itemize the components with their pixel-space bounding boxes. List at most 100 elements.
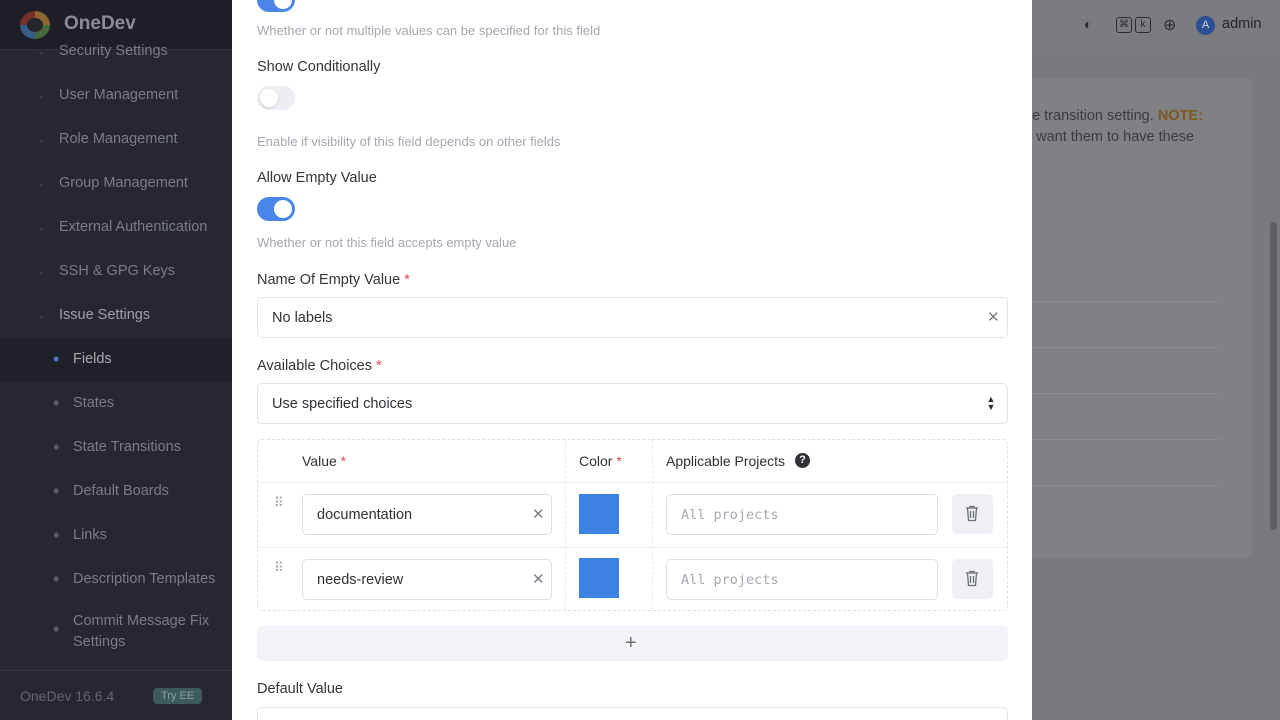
label-text: Available Choices: [257, 358, 372, 374]
avatar[interactable]: A: [1196, 16, 1215, 35]
contrast-icon[interactable]: ◐: [1084, 16, 1092, 32]
sidebar-item-security-settings[interactable]: - Security Settings: [0, 30, 232, 74]
question-icon[interactable]: ?: [795, 453, 810, 468]
label-text: Name Of Empty Value: [257, 272, 401, 288]
allow-multiple-help: Whether or not multiple values can be sp…: [257, 23, 601, 38]
bullet-icon: •: [53, 569, 60, 589]
note-bold: NOTE:: [1157, 108, 1203, 124]
grip-icon[interactable]: ⠿: [274, 496, 283, 509]
command-key-icon[interactable]: ⌘: [1116, 17, 1132, 33]
sidebar-item-label: Links: [73, 527, 107, 543]
page-scrollbar[interactable]: [1270, 222, 1277, 530]
toggle-knob: [260, 89, 278, 107]
try-ee-badge[interactable]: Try EE: [153, 688, 203, 704]
projects-column-header: Applicable Projects: [666, 453, 786, 469]
bullet-icon: •: [53, 393, 60, 413]
bullet-icon: -: [39, 133, 43, 147]
show-conditionally-toggle[interactable]: [257, 86, 295, 110]
allow-empty-label: Allow Empty Value: [257, 170, 377, 186]
note-rest: u want them to have these: [1024, 129, 1195, 145]
color-column-header: Color *: [579, 453, 622, 469]
delete-choice-button[interactable]: [952, 559, 993, 599]
bullet-icon: •: [53, 619, 60, 639]
required-mark: *: [616, 453, 622, 469]
bullet-icon: -: [39, 309, 43, 323]
choice-value-input[interactable]: needs-review ✕: [302, 559, 552, 600]
bullet-icon: -: [39, 177, 43, 191]
choices-table: Value * Color * Applicable Projects ? ⠿ …: [257, 439, 1008, 611]
sidebar-item-commit-message-fix-settings[interactable]: • Commit Message Fix Settings: [0, 608, 232, 652]
bullet-icon: •: [53, 525, 60, 545]
sidebar-item-label: SSH & GPG Keys: [59, 263, 176, 279]
sidebar-item-label: User Management: [59, 87, 179, 103]
header-text: Color: [579, 453, 613, 469]
sidebar-item-states[interactable]: • States: [0, 382, 232, 426]
applicable-projects-input[interactable]: All projects: [666, 494, 938, 535]
allow-empty-toggle[interactable]: [257, 197, 295, 221]
sidebar-item-label: Group Management: [59, 175, 188, 191]
available-choices-select[interactable]: Use specified choices ▲ ▼: [257, 383, 1008, 424]
sidebar-item-description-templates[interactable]: • Description Templates: [0, 558, 232, 602]
sidebar-item-ssh-gpg-keys[interactable]: - SSH & GPG Keys: [0, 250, 232, 294]
globe-icon[interactable]: ⊕: [1163, 15, 1176, 35]
k-key-icon[interactable]: k: [1135, 17, 1151, 33]
header-text: Value: [302, 453, 337, 469]
sidebar-item-fields[interactable]: • Fields: [0, 338, 232, 382]
user-name[interactable]: admin: [1222, 16, 1262, 32]
default-value-input[interactable]: [257, 707, 1008, 720]
sidebar-item-label: Security Settings: [59, 43, 168, 59]
sidebar-item-default-boards[interactable]: • Default Boards: [0, 470, 232, 514]
divider: [1032, 301, 1220, 302]
bullet-icon: -: [39, 45, 43, 59]
empty-name-input[interactable]: No labels ✕: [257, 297, 1008, 338]
divider: [1032, 393, 1220, 394]
row-divider: [258, 482, 1007, 483]
row-divider: [258, 547, 1007, 548]
sidebar-item-label: State Transitions: [73, 439, 181, 455]
input-value: No labels: [272, 310, 333, 326]
sidebar-item-label: Fields: [73, 351, 112, 367]
grip-icon[interactable]: ⠿: [274, 561, 283, 574]
close-icon[interactable]: ✕: [532, 505, 545, 523]
sidebar-item-issue-settings[interactable]: - Issue Settings: [0, 294, 232, 338]
input-value: needs-review: [317, 572, 404, 588]
available-choices-label: Available Choices *: [257, 358, 382, 374]
version-label: OneDev 16.6.4: [20, 688, 115, 704]
column-divider: [652, 440, 653, 610]
divider: [1032, 439, 1220, 440]
sidebar-item-role-management[interactable]: - Role Management: [0, 118, 232, 162]
sidebar-item-label: States: [73, 395, 115, 411]
choice-value-input[interactable]: documentation ✕: [302, 494, 552, 535]
required-mark: *: [340, 453, 347, 469]
close-icon[interactable]: ✕: [987, 308, 1000, 326]
choice-color-swatch[interactable]: [579, 494, 619, 534]
sidebar-footer: OneDev 16.6.4 Try EE: [0, 670, 232, 720]
required-mark: *: [376, 358, 382, 374]
choice-color-swatch[interactable]: [579, 558, 619, 598]
sidebar-item-links[interactable]: • Links: [0, 514, 232, 558]
sidebar-item-label: Description Templates: [73, 571, 216, 587]
bullet-icon: -: [39, 221, 43, 235]
bullet-icon: •: [53, 481, 60, 501]
sidebar-item-state-transitions[interactable]: • State Transitions: [0, 426, 232, 470]
sidebar-item-user-management[interactable]: - User Management: [0, 74, 232, 118]
delete-choice-button[interactable]: [952, 494, 993, 534]
sidebar-item-label: External Authentication: [59, 219, 208, 235]
applicable-projects-input[interactable]: All projects: [666, 559, 938, 600]
value-column-header: Value *: [302, 453, 346, 469]
sidebar-item-external-authentication[interactable]: - External Authentication: [0, 206, 232, 250]
add-choice-button[interactable]: +: [257, 626, 1008, 661]
note-prefix: ue transition setting.: [1024, 108, 1158, 124]
sidebar: OneDev - Security Settings - User Manage…: [0, 0, 232, 720]
divider: [1032, 485, 1220, 486]
toggle-knob: [274, 200, 292, 218]
empty-name-label: Name Of Empty Value *: [257, 272, 410, 288]
input-placeholder: All projects: [681, 572, 779, 588]
allow-multiple-toggle[interactable]: [257, 0, 295, 12]
default-value-label: Default Value: [257, 681, 343, 697]
close-icon[interactable]: ✕: [532, 570, 545, 588]
show-conditionally-help: Enable if visibility of this field depen…: [257, 134, 561, 149]
sidebar-item-group-management[interactable]: - Group Management: [0, 162, 232, 206]
updown-icon: ▲ ▼: [986, 394, 996, 412]
show-conditionally-label: Show Conditionally: [257, 59, 381, 75]
